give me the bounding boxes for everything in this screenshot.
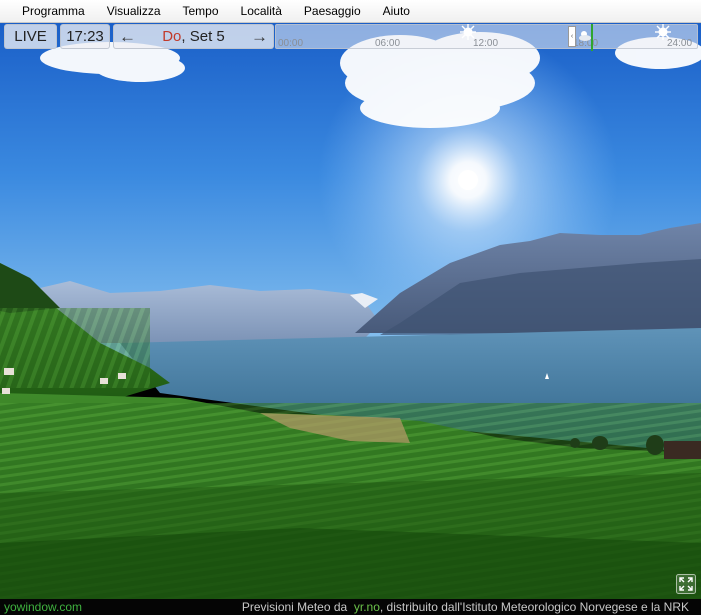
tick-label: 12:00 — [473, 38, 499, 49]
timeline-handle[interactable]: ‹ — [568, 26, 576, 47]
landscape-illustration — [0, 23, 701, 599]
current-time-marker — [591, 24, 593, 51]
cloudy-icon — [579, 31, 591, 41]
toolbar: LIVE 17:23 ← Do, Set 5 → 00:00 06:00 12:… — [0, 23, 701, 51]
menu-visualizza[interactable]: Visualizza — [96, 0, 172, 22]
live-button[interactable]: LIVE — [4, 24, 57, 49]
forecast-credits: Previsioni Meteo da yr.no, distribuito d… — [242, 599, 689, 615]
credits-prefix: Previsioni Meteo da — [241, 600, 348, 614]
yr-link[interactable]: yr.no — [354, 600, 380, 614]
menu-paesaggio[interactable]: Paesaggio — [293, 0, 372, 22]
tick-label: 06:00 — [375, 38, 401, 49]
sun-icon — [655, 24, 671, 40]
menu-localita[interactable]: Località — [230, 0, 293, 22]
date-label[interactable]: Do, Set 5 — [114, 25, 273, 48]
fullscreen-icon[interactable] — [676, 574, 696, 594]
tick-label: 00:00 — [278, 38, 304, 49]
menu-aiuto[interactable]: Aiuto — [372, 0, 421, 22]
timeline[interactable]: 00:00 06:00 12:00 18:00 24:00 ‹ — [275, 24, 698, 51]
date-navigator: ← Do, Set 5 → — [113, 24, 274, 49]
credits-suffix: , distribuito dall'Istituto Meteorologic… — [379, 600, 689, 614]
date-rest: , Set 5 — [181, 28, 225, 45]
sun-icon — [460, 24, 476, 40]
status-bar: yowindow.com Previsioni Meteo da yr.no, … — [0, 599, 701, 615]
clock-display[interactable]: 17:23 — [60, 24, 110, 49]
menu-bar: Programma Visualizza Tempo Località Paes… — [0, 0, 701, 23]
menu-programma[interactable]: Programma — [0, 0, 96, 22]
weather-scene — [0, 23, 701, 599]
date-day: Do — [162, 28, 182, 45]
brand-link[interactable]: yowindow.com — [4, 599, 82, 615]
menu-tempo[interactable]: Tempo — [172, 0, 230, 22]
next-arrow-icon[interactable]: → — [251, 25, 268, 48]
